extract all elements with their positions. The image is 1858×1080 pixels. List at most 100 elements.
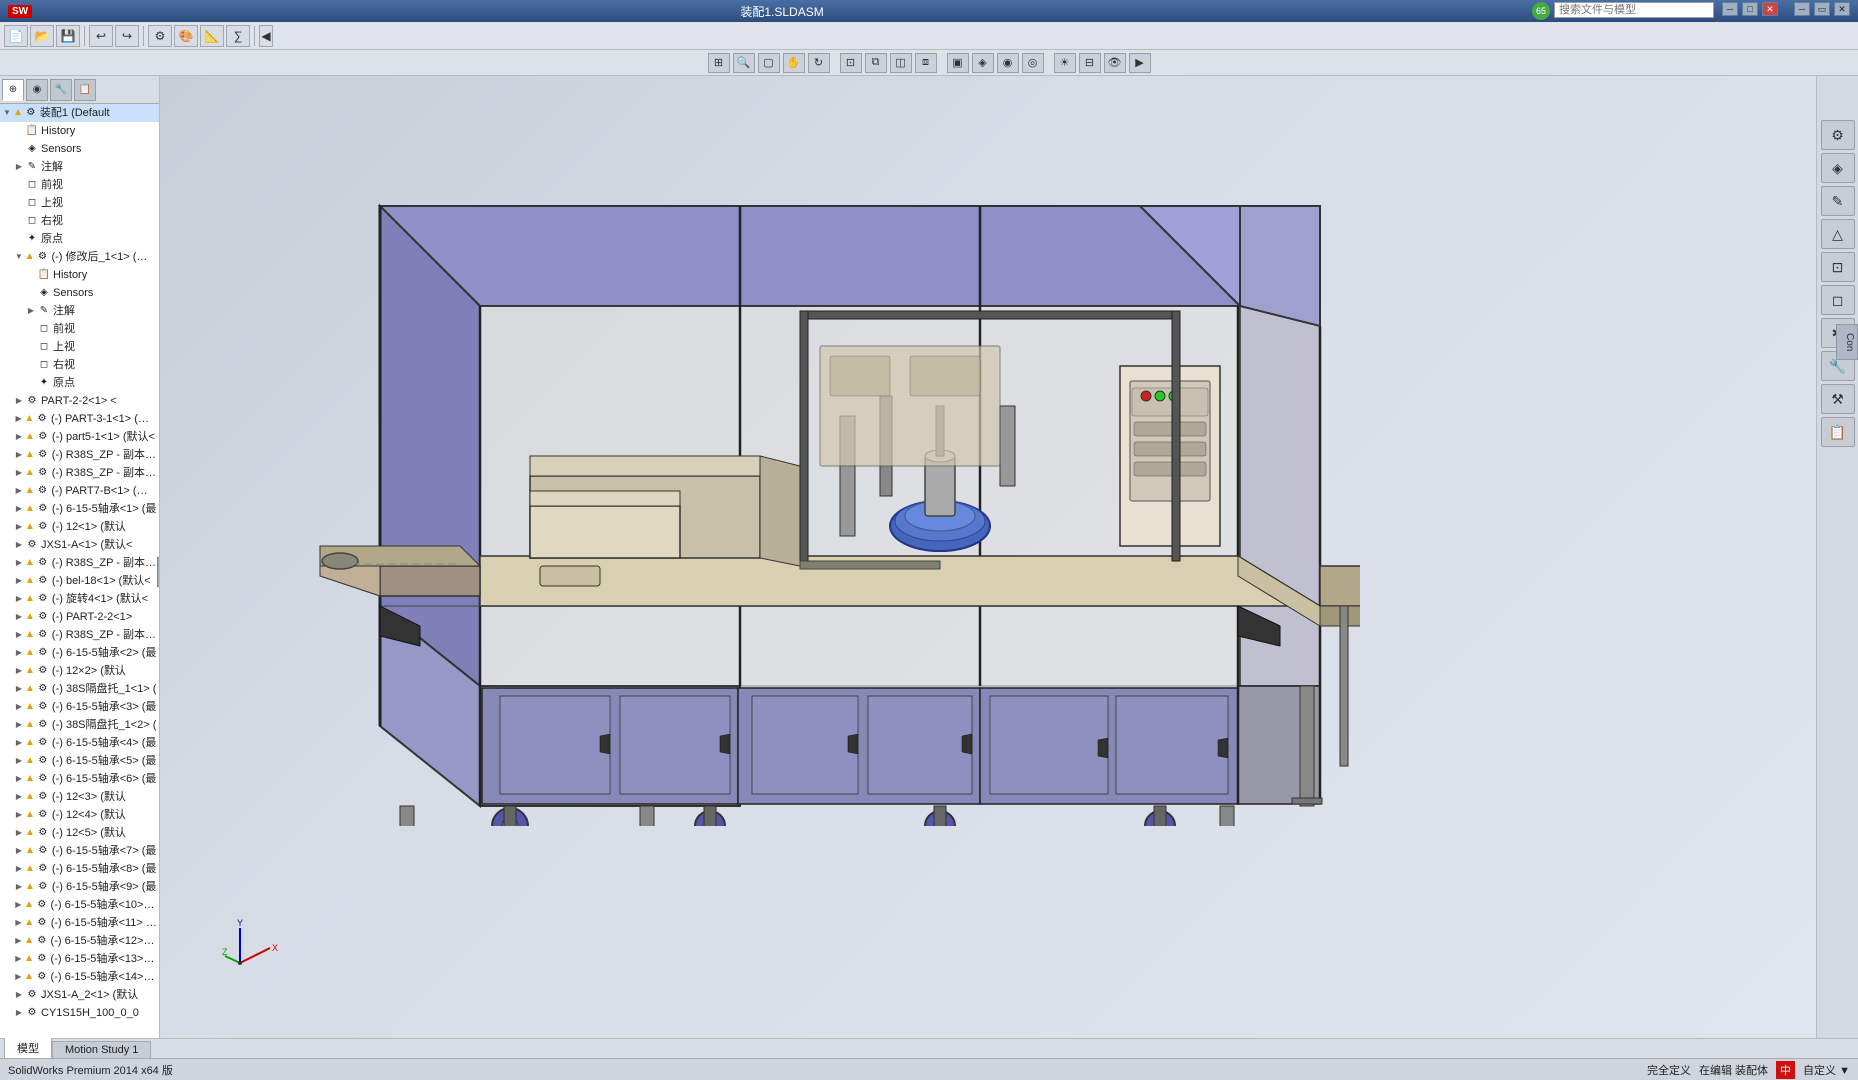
tree-item[interactable]: ▶ ▲ ⚙ (-) 6-15-5轴承<5> (最 xyxy=(0,752,159,770)
tree-item[interactable]: ◻ 前视 xyxy=(0,176,159,194)
expand-icon[interactable] xyxy=(14,144,24,154)
tree-item[interactable]: ◻ 前视 xyxy=(0,320,159,338)
doc-close-button[interactable]: ✕ xyxy=(1834,2,1850,16)
expand-icon[interactable]: ▶ xyxy=(14,432,24,442)
restore-button[interactable]: □ xyxy=(1742,2,1758,16)
expand-icon[interactable]: ▶ xyxy=(14,468,24,478)
tree-item[interactable]: ▶ ▲ ⚙ (-) 旋转4<1> (默认< xyxy=(0,590,159,608)
expand-icon[interactable] xyxy=(14,216,24,226)
tree-item[interactable]: ▶ ▲ ⚙ (-) bel-18<1> (默认< xyxy=(0,572,159,590)
property-tab[interactable]: ◉ xyxy=(26,79,48,101)
tree-item[interactable]: ▶ ▲ ⚙ (-) 6-15-5轴承<4> (最 xyxy=(0,734,159,752)
expand-icon[interactable]: ▶ xyxy=(14,576,24,586)
expand-icon[interactable]: ▶ xyxy=(14,684,24,694)
tree-item[interactable]: ✦ 原点 xyxy=(0,374,159,392)
expand-icon[interactable] xyxy=(26,378,36,388)
tree-item[interactable]: ▶ ⚙ JXS1-A_2<1> (默认 xyxy=(0,986,159,1004)
tree-item[interactable]: ▶ ▲ ⚙ (-) 6-15-5轴承<7> (最 xyxy=(0,842,159,860)
right-btn-9[interactable]: ⚒ xyxy=(1821,384,1855,414)
tree-item[interactable]: ▶ ⚙ CY1S15H_100_0_0 xyxy=(0,1004,159,1022)
expand-icon[interactable]: ▼ xyxy=(2,108,12,118)
display4-button[interactable]: ◎ xyxy=(1022,53,1044,73)
expand-icon[interactable]: ▶ xyxy=(14,900,24,910)
expand-icon[interactable]: ▶ xyxy=(14,702,24,712)
tree-item[interactable]: 📋 History xyxy=(0,122,159,140)
right-panel-tab[interactable]: Con xyxy=(1836,324,1858,360)
expand-icon[interactable]: ▶ xyxy=(14,522,24,532)
tree-item[interactable]: ▶ ✎ 注解 xyxy=(0,158,159,176)
tree-item[interactable]: ▶ ▲ ⚙ (-) 12<4> (默认 xyxy=(0,806,159,824)
options-button[interactable]: ⚙ xyxy=(148,25,172,47)
right-btn-4[interactable]: △ xyxy=(1821,219,1855,249)
expand-icon[interactable] xyxy=(26,342,36,352)
expand-icon[interactable]: ▶ xyxy=(14,720,24,730)
display2-button[interactable]: ◈ xyxy=(972,53,994,73)
tree-item[interactable]: ◻ 上视 xyxy=(0,338,159,356)
tree-item[interactable]: ▶ ▲ ⚙ (-) 38S隔盘托_1<1> ( xyxy=(0,680,159,698)
expand-icon[interactable]: ▶ xyxy=(14,756,24,766)
expand-icon[interactable]: ▶ xyxy=(14,630,24,640)
undo-button[interactable]: ↩ xyxy=(89,25,113,47)
hide-button[interactable]: 👁 xyxy=(1104,53,1126,73)
expand-icon[interactable]: ▶ xyxy=(14,450,24,460)
tree-item[interactable]: ▶ ▲ ⚙ (-) 6-15-5轴承<9> (最 xyxy=(0,878,159,896)
tree-item[interactable]: ▶ ✎ 注解 xyxy=(0,302,159,320)
expand-icon[interactable]: ▶ xyxy=(14,738,24,748)
right-btn-6[interactable]: ◻ xyxy=(1821,285,1855,315)
tree-item[interactable]: ▶ ▲ ⚙ (-) 6-15-5轴承<12> (最 xyxy=(0,932,159,950)
tree-item[interactable]: ▶ ▲ ⚙ (-) R38S_ZP - 副本<4 xyxy=(0,626,159,644)
expand-icon[interactable] xyxy=(26,360,36,370)
tree-item[interactable]: ▶ ▲ ⚙ (-) 38S隔盘托_1<2> ( xyxy=(0,716,159,734)
expand-icon[interactable]: ▶ xyxy=(14,882,24,892)
open-button[interactable]: 📂 xyxy=(30,25,54,47)
appearance-button[interactable]: 🎨 xyxy=(174,25,198,47)
expand-icon[interactable] xyxy=(26,324,36,334)
tree-item[interactable]: 📋 History xyxy=(0,266,159,284)
expand-icon[interactable]: ▶ xyxy=(14,954,24,964)
tree-item[interactable]: ▶ ▲ ⚙ (-) 6-15-5轴承<8> (最 xyxy=(0,860,159,878)
user-badge[interactable]: 65 xyxy=(1532,2,1550,20)
right-btn-1[interactable]: ⚙ xyxy=(1821,120,1855,150)
tree-item[interactable]: ▼ ▲ ⚙ 装配1 (Default xyxy=(0,104,159,122)
tree-item[interactable]: ▶ ▲ ⚙ (-) 6-15-5轴承<10> (最 xyxy=(0,896,159,914)
tree-item[interactable]: ▶ ▲ ⚙ (-) R38S_ZP - 副本<1 xyxy=(0,446,159,464)
expand-icon[interactable]: ▶ xyxy=(14,774,24,784)
expand-icon[interactable]: ▶ xyxy=(14,810,24,820)
expand-icon[interactable]: ▶ xyxy=(14,648,24,658)
expand-icon[interactable]: ▼ xyxy=(14,252,24,262)
tree-item[interactable]: ◈ Sensors xyxy=(0,284,159,302)
expand-icon[interactable]: ▶ xyxy=(14,612,24,622)
redo-button[interactable]: ↪ xyxy=(115,25,139,47)
tree-item[interactable]: ▶ ⚙ JXS1-A<1> (默认< xyxy=(0,536,159,554)
collapse-button[interactable]: ◀ xyxy=(259,25,273,47)
tree-item[interactable]: ✦ 原点 xyxy=(0,230,159,248)
pan-button[interactable]: ✋ xyxy=(783,53,805,73)
light-button[interactable]: ☀ xyxy=(1054,53,1076,73)
customize-button[interactable]: 自定义 ▼ xyxy=(1803,1062,1850,1078)
view-orient1-button[interactable]: ⊡ xyxy=(840,53,862,73)
expand-icon[interactable]: ▶ xyxy=(14,828,24,838)
expand-icon[interactable]: ▶ xyxy=(14,936,24,946)
feature-tree-tab[interactable]: ⊕ xyxy=(2,79,24,101)
expand-icon[interactable]: ▶ xyxy=(14,792,24,802)
motion-study-tab[interactable]: Motion Study 1 xyxy=(52,1041,151,1058)
doc-restore-button[interactable]: ▭ xyxy=(1814,2,1830,16)
expand-icon[interactable]: ▶ xyxy=(14,396,24,406)
expand-icon[interactable]: ▶ xyxy=(14,1008,24,1018)
right-btn-10[interactable]: 📋 xyxy=(1821,417,1855,447)
tree-item[interactable]: ▶ ▲ ⚙ (-) 12<1> (默认 xyxy=(0,518,159,536)
display-tab[interactable]: 📋 xyxy=(74,79,96,101)
tree-item[interactable]: ▶ ▲ ⚙ (-) 6-15-5轴承<3> (最 xyxy=(0,698,159,716)
tree-item[interactable]: ▶ ▲ ⚙ (-) part5-1<1> (默认< xyxy=(0,428,159,446)
tree-item[interactable]: ▶ ▲ ⚙ (-) PART7-B<1> (默认 xyxy=(0,482,159,500)
tree-item[interactable]: ▶ ▲ ⚙ (-) 6-15-5轴承<1> (最 xyxy=(0,500,159,518)
minimize-button[interactable]: ─ xyxy=(1722,2,1738,16)
expand-icon[interactable]: ▶ xyxy=(14,594,24,604)
expand-icon[interactable]: ▶ xyxy=(14,864,24,874)
expand-icon[interactable]: ▶ xyxy=(26,306,36,316)
expand-icon[interactable] xyxy=(14,126,24,136)
zoom-box-button[interactable]: ▢ xyxy=(758,53,780,73)
expand-icon[interactable]: ▶ xyxy=(14,486,24,496)
doc-minimize-button[interactable]: ─ xyxy=(1794,2,1810,16)
tree-item[interactable]: ◈ Sensors xyxy=(0,140,159,158)
